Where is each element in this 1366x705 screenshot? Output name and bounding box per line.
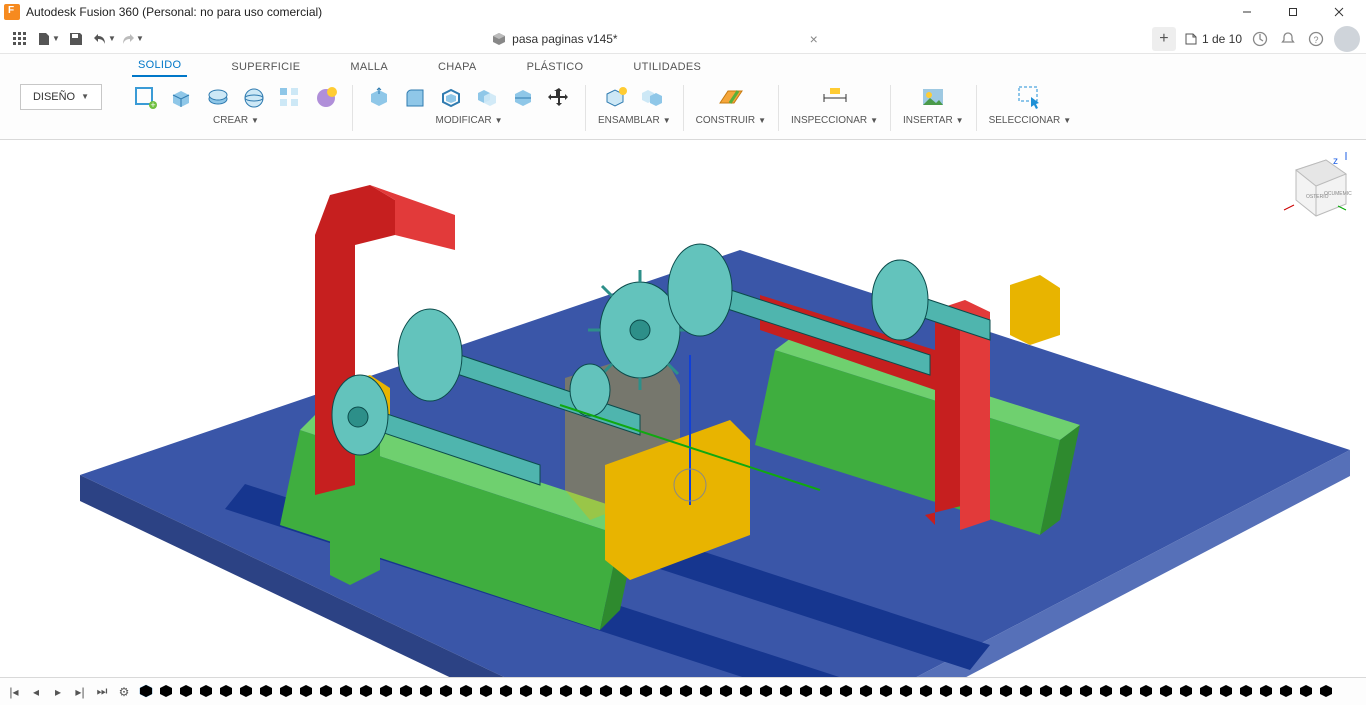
help-button[interactable]: ? — [1306, 29, 1326, 49]
undo-button[interactable]: ▼ — [90, 26, 118, 52]
redo-button[interactable]: ▼ — [118, 26, 146, 52]
combine-button[interactable] — [473, 84, 501, 112]
maximize-button[interactable] — [1270, 0, 1316, 24]
group-ensamblar: ENSAMBLAR▼ — [588, 81, 681, 139]
timeline: |◂ ◂ ▸ ▸| ⏭ ⚙ — [0, 677, 1366, 705]
extrude-button[interactable] — [168, 84, 196, 112]
title-bar: Autodesk Fusion 360 (Personal: no para u… — [0, 0, 1366, 24]
quick-access-toolbar: ▼ ▼ ▼ pasa paginas v145* × + 1 de 10 ? — [0, 24, 1366, 54]
job-icon — [1184, 32, 1198, 46]
measure-button[interactable] — [818, 81, 852, 115]
minimize-button[interactable] — [1224, 0, 1270, 24]
group-inspeccionar: INSPECCIONAR▼ — [781, 81, 888, 139]
app-icon — [4, 4, 20, 20]
timeline-play-button[interactable]: ▸ — [50, 684, 66, 700]
insert-button[interactable] — [916, 81, 950, 115]
file-menu-button[interactable]: ▼ — [34, 26, 62, 52]
app-title: Autodesk Fusion 360 (Personal: no para u… — [26, 5, 322, 19]
timeline-track[interactable] — [138, 682, 1360, 702]
job-status[interactable]: 1 de 10 — [1184, 32, 1242, 46]
cube-icon — [492, 32, 506, 46]
svg-text:OCUMEMIC: OCUMEMIC — [1324, 191, 1352, 197]
svg-text:?: ? — [1313, 35, 1318, 45]
pressPull-button[interactable] — [365, 84, 393, 112]
sketch-button[interactable]: + — [132, 84, 160, 112]
tab-solido[interactable]: SOLIDO — [132, 55, 187, 77]
ribbon: DISEÑO▼ SOLIDO SUPERFICIE MALLA CHAPA PL… — [0, 54, 1366, 140]
form-button[interactable] — [312, 84, 340, 112]
timeline-settings-button[interactable]: ⚙ — [116, 684, 132, 700]
close-button[interactable] — [1316, 0, 1362, 24]
tab-utilidades[interactable]: UTILIDADES — [627, 57, 707, 77]
group-seleccionar: SELECCIONAR▼ — [979, 81, 1082, 139]
select-button[interactable] — [1013, 81, 1047, 115]
group-insertar: INSERTAR▼ — [893, 81, 974, 139]
user-avatar[interactable] — [1334, 26, 1360, 52]
tab-superficie[interactable]: SUPERFICIE — [225, 57, 306, 77]
notifications-button[interactable] — [1278, 29, 1298, 49]
extensions-button[interactable] — [1250, 29, 1270, 49]
split-button[interactable] — [509, 84, 537, 112]
document-tab[interactable]: pasa paginas v145* — [480, 29, 629, 49]
tab-malla[interactable]: MALLA — [344, 57, 394, 77]
model-scene — [0, 140, 1366, 677]
document-close-button[interactable]: × — [810, 31, 818, 47]
joint-button[interactable] — [638, 84, 666, 112]
pattern-button[interactable] — [276, 84, 304, 112]
ribbon-tabs: SOLIDO SUPERFICIE MALLA CHAPA PLÁSTICO U… — [122, 54, 1366, 77]
group-modificar: MODIFICAR▼ — [355, 81, 583, 139]
save-button[interactable] — [62, 26, 90, 52]
sphere-button[interactable] — [240, 84, 268, 112]
workspace-switcher[interactable]: DISEÑO▼ — [0, 54, 122, 139]
new-tab-button[interactable]: + — [1152, 27, 1176, 51]
plane-button[interactable] — [714, 81, 748, 115]
move-button[interactable] — [545, 84, 573, 112]
tab-chapa[interactable]: CHAPA — [432, 57, 483, 77]
revolve-button[interactable] — [204, 84, 232, 112]
tab-plastico[interactable]: PLÁSTICO — [521, 57, 590, 77]
timeline-start-button[interactable]: |◂ — [6, 684, 22, 700]
newcomponent-button[interactable] — [602, 84, 630, 112]
fillet-button[interactable] — [401, 84, 429, 112]
group-construir: CONSTRUIR▼ — [686, 81, 776, 139]
viewport[interactable]: z OSTERIO OCUMEMIC — [0, 140, 1366, 677]
app-grid-button[interactable] — [6, 26, 34, 52]
group-crear: + CREAR▼ — [122, 81, 350, 139]
svg-text:+: + — [150, 100, 155, 110]
view-cube[interactable]: z OSTERIO OCUMEMIC — [1276, 150, 1356, 220]
timeline-prev-button[interactable]: ◂ — [28, 684, 44, 700]
timeline-next-button[interactable]: ▸| — [72, 684, 88, 700]
timeline-end-button[interactable]: ⏭ — [94, 684, 110, 700]
shell-button[interactable] — [437, 84, 465, 112]
document-name: pasa paginas v145* — [512, 32, 617, 46]
